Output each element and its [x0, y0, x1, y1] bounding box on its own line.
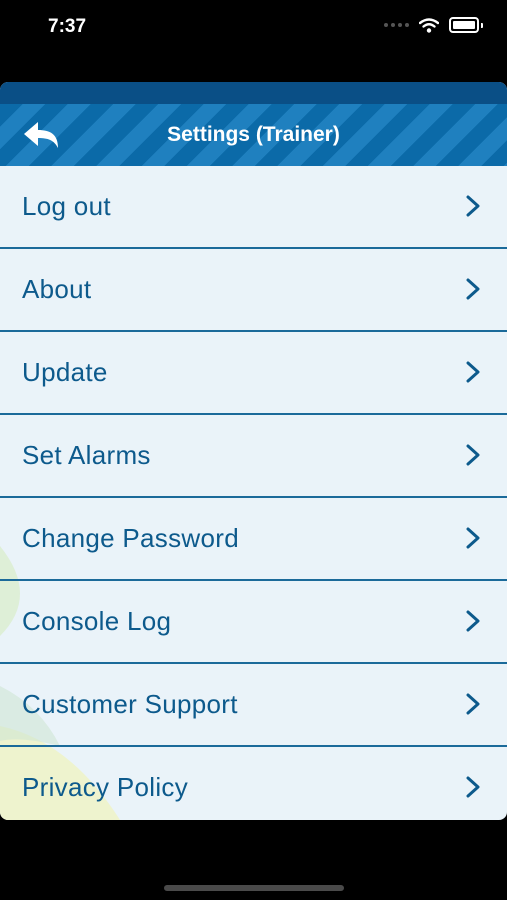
battery-cap	[481, 22, 483, 28]
chevron-right-icon	[466, 610, 480, 632]
menu-item-privacy-policy[interactable]: Privacy Policy	[0, 747, 507, 820]
wifi-icon	[419, 17, 439, 33]
chevron-right-icon	[466, 527, 480, 549]
chevron-right-icon	[466, 444, 480, 466]
settings-menu: Log out About Update Set Alarms Change P…	[0, 166, 507, 820]
menu-item-change-password[interactable]: Change Password	[0, 498, 507, 581]
menu-item-label: Change Password	[22, 523, 239, 553]
menu-item-label: Privacy Policy	[22, 772, 189, 802]
chevron-right-icon	[466, 693, 480, 715]
menu-item-about[interactable]: About	[0, 249, 507, 332]
menu-item-update[interactable]: Update	[0, 332, 507, 415]
menu-item-console-log[interactable]: Console Log	[0, 581, 507, 664]
home-indicator[interactable]	[164, 885, 344, 891]
menu-item-label: About	[22, 274, 92, 304]
page-title: Settings (Trainer)	[167, 123, 340, 146]
chevron-right-icon	[466, 195, 480, 217]
status-bar: 7:37	[0, 0, 507, 60]
cellular-signal-icon	[384, 23, 409, 27]
battery-icon	[449, 17, 479, 33]
menu-item-label: Customer Support	[22, 689, 238, 719]
settings-panel: Settings (Trainer) Log out About Update …	[0, 82, 507, 820]
status-icons	[384, 17, 483, 33]
menu-item-label: Log out	[22, 191, 111, 221]
settings-header: Settings (Trainer)	[0, 104, 507, 166]
menu-item-label: Console Log	[22, 606, 172, 636]
chevron-right-icon	[466, 278, 480, 300]
menu-item-log-out[interactable]: Log out	[0, 166, 507, 249]
chevron-right-icon	[466, 361, 480, 383]
menu-item-label: Set Alarms	[22, 440, 151, 470]
menu-item-customer-support[interactable]: Customer Support	[0, 664, 507, 747]
menu-item-label: Update	[22, 357, 108, 387]
status-time: 7:37	[48, 16, 87, 37]
header-top-bar	[0, 82, 507, 104]
menu-item-set-alarms[interactable]: Set Alarms	[0, 415, 507, 498]
chevron-right-icon	[466, 776, 480, 798]
